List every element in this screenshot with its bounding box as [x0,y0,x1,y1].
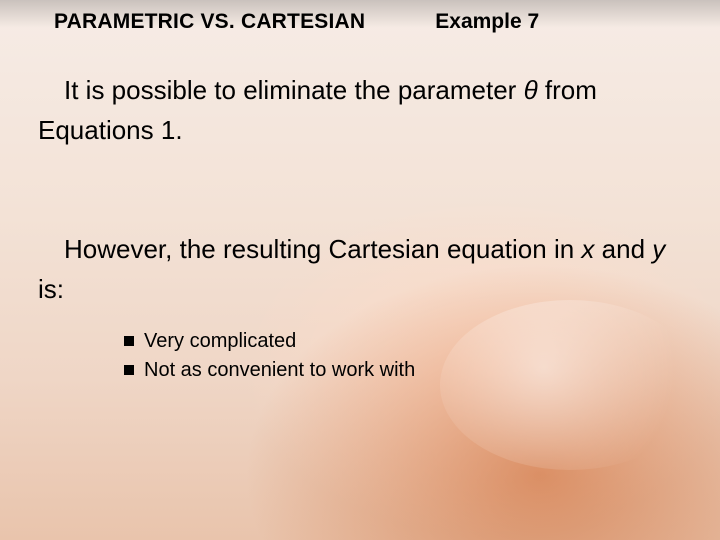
p1-theta: θ [524,75,538,105]
bullet-icon [124,365,134,375]
slide-example-label: Example 7 [435,10,539,34]
bullet-icon [124,336,134,346]
slide: PARAMETRIC VS. CARTESIAN Example 7 It is… [0,0,720,540]
paragraph-2: However, the resulting Cartesian equatio… [38,229,682,310]
bullet-text: Very complicated [144,327,296,356]
list-item: Not as convenient to work with [124,356,682,385]
slide-topic: PARAMETRIC VS. CARTESIAN [54,10,365,34]
list-item: Very complicated [124,327,682,356]
slide-body: It is possible to eliminate the paramete… [38,70,682,385]
p2-pre: However, the resulting Cartesian equatio… [64,234,581,264]
p2-post: is: [38,274,64,304]
paragraph-1: It is possible to eliminate the paramete… [38,70,682,151]
p2-y: y [652,234,665,264]
p2-mid: and [594,234,652,264]
header-bar: PARAMETRIC VS. CARTESIAN Example 7 [0,0,539,44]
p1-pre: It is possible to eliminate the paramete… [64,75,524,105]
p2-x: x [581,234,594,264]
bullet-text: Not as convenient to work with [144,356,415,385]
bullet-list: Very complicated Not as convenient to wo… [38,327,682,385]
